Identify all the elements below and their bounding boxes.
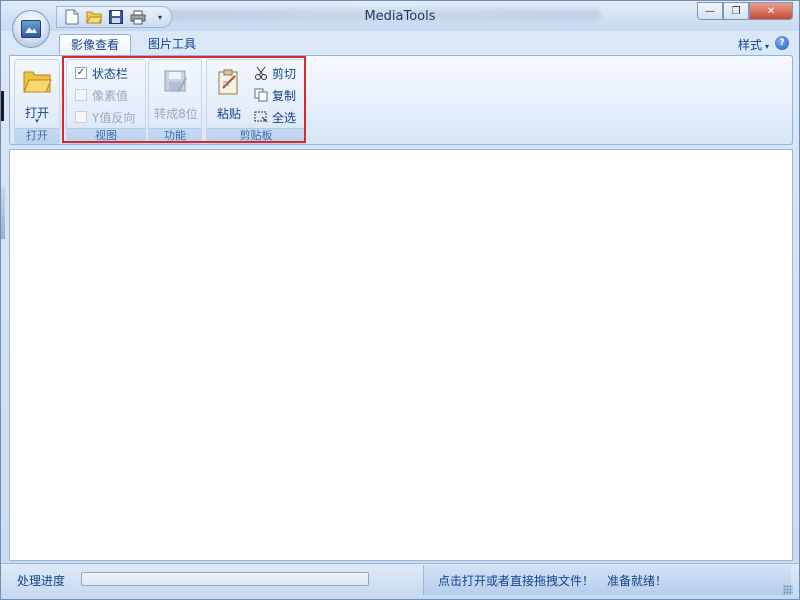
style-menu[interactable]: 样式 ▾	[738, 36, 769, 53]
checkbox-y-invert-label: Y值反向	[92, 110, 136, 125]
help-icon[interactable]: ?	[775, 36, 789, 50]
application-menu-button[interactable]	[12, 10, 50, 48]
group-view: ✓ 状态栏 像素值 Y值反向 视图	[66, 59, 146, 144]
resize-grip-icon[interactable]	[783, 585, 793, 595]
group-function: 转成8位 功能	[148, 59, 202, 144]
ribbon-panel: 打开 ▾ 打开 ✓ 状态栏 像素值 Y值反向 视图 转成8位 功能 粘贴 剪切 …	[9, 55, 793, 145]
cut-button[interactable]: 剪切	[253, 64, 296, 82]
image-view-area[interactable]	[9, 149, 793, 561]
application-window: MediaTools ▾ — ❐ ✕ 影像查看 图片工具 样式 ▾ ? 打开 ▾…	[0, 0, 800, 600]
left-edge-marker	[1, 91, 4, 121]
style-menu-label: 样式	[737, 38, 762, 52]
copy-label: 复制	[272, 88, 297, 103]
status-left-panel: 处理进度	[9, 565, 421, 595]
status-right-panel: 点击打开或者直接拖拽文件！ 准备就绪！	[423, 565, 791, 595]
left-edge-panel	[1, 187, 5, 239]
checkbox-status-bar-label: 状态栏	[92, 66, 129, 81]
select-all-icon	[253, 109, 269, 125]
progress-bar	[81, 572, 369, 586]
status-message: 点击打开或者直接拖拽文件！	[438, 573, 595, 588]
progress-label: 处理进度	[17, 573, 66, 588]
save-icon[interactable]	[107, 8, 125, 26]
minimize-button[interactable]: —	[697, 2, 723, 20]
checkbox-unchecked-icon	[75, 111, 87, 123]
group-label-view: 视图	[67, 128, 145, 143]
open-folder-icon[interactable]	[85, 8, 103, 26]
app-logo-icon	[21, 20, 41, 38]
title-bar[interactable]: MediaTools ▾ — ❐ ✕	[1, 1, 799, 31]
status-ready: 准备就绪！	[607, 573, 668, 588]
checkbox-pixel-value-label: 像素值	[92, 88, 129, 103]
status-bar: 处理进度 点击打开或者直接拖拽文件！ 准备就绪！	[1, 563, 799, 599]
checkbox-y-invert[interactable]: Y值反向	[75, 108, 135, 126]
paste-button[interactable]: 粘贴	[211, 64, 247, 122]
cut-label: 剪切	[272, 66, 297, 81]
group-label-open: 打开	[15, 128, 59, 143]
ribbon-tabs: 影像查看 图片工具 样式 ▾ ?	[1, 31, 799, 56]
tab-picture-tools[interactable]: 图片工具	[137, 34, 207, 56]
group-label-function: 功能	[149, 128, 201, 143]
quick-access-toolbar: ▾	[56, 6, 172, 28]
checkbox-checked-icon: ✓	[75, 67, 87, 79]
checkbox-status-bar[interactable]: ✓ 状态栏	[75, 64, 128, 82]
chevron-down-icon: ▾	[35, 117, 39, 125]
open-folder-icon	[23, 71, 52, 93]
chevron-down-icon: ▾	[764, 42, 769, 51]
convert-8bit-icon	[164, 70, 187, 93]
quick-access-dropdown-icon[interactable]: ▾	[155, 8, 165, 26]
select-all-button[interactable]: 全选	[253, 108, 296, 126]
open-button[interactable]: 打开 ▾	[17, 64, 57, 128]
group-label-clipboard: 剪贴板	[207, 128, 305, 143]
window-controls: — ❐ ✕	[697, 2, 793, 20]
new-file-icon[interactable]	[63, 8, 81, 26]
group-open: 打开 ▾ 打开	[14, 59, 60, 144]
tab-image-view[interactable]: 影像查看	[59, 34, 132, 56]
checkbox-unchecked-icon	[75, 89, 87, 101]
paste-button-label: 粘贴	[216, 107, 241, 121]
paste-icon	[218, 69, 238, 95]
restore-button[interactable]: ❐	[723, 2, 749, 20]
group-clipboard: 粘贴 剪切 复制 全选 剪贴板	[206, 59, 306, 144]
select-all-label: 全选	[272, 110, 297, 125]
print-icon[interactable]	[129, 8, 147, 26]
close-button[interactable]: ✕	[749, 2, 793, 20]
scissors-icon	[253, 65, 269, 81]
convert-8bit-button[interactable]: 转成8位	[152, 64, 200, 122]
checkbox-pixel-value[interactable]: 像素值	[75, 86, 128, 104]
copy-icon	[253, 87, 269, 103]
copy-button[interactable]: 复制	[253, 86, 296, 104]
convert-8bit-label: 转成8位	[154, 107, 198, 121]
